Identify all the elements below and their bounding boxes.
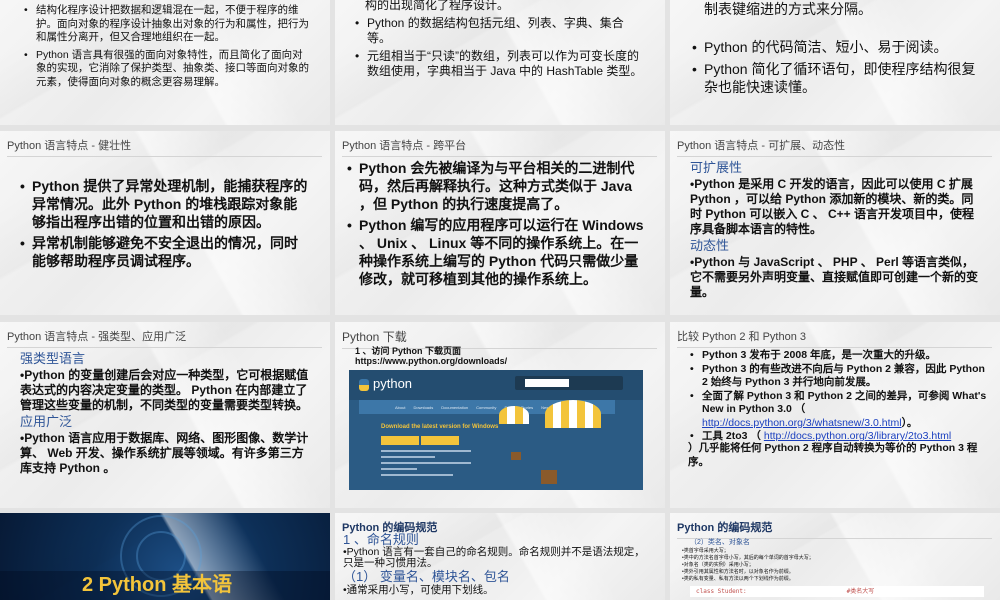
bullet: Python 语言具有很强的面向对象特性，而且简化了面向对象的实现，它消除了保护…	[22, 49, 312, 90]
section-heading: 可扩展性	[690, 160, 743, 175]
section-heading: （1） 变量名、模块名、包名	[343, 569, 510, 584]
slide-thumbnail-coding-style-2[interactable]: Python 的编码规范 （2）类名、对象名 •类首字母采用大写； •类中的方法…	[670, 513, 1000, 600]
paragraph: •通常采用小写，可使用下划线。	[343, 584, 494, 596]
slide-thumbnail-download[interactable]: Python 下载 1 、访问 Python 下载页面 https://www.…	[335, 322, 665, 508]
bullet: Python 3 的有些改进不向后与 Python 2 兼容，因此 Python…	[688, 363, 988, 390]
search-bar	[515, 376, 623, 390]
slide-title: Python 语言特点 - 强类型、应用广泛	[7, 328, 322, 348]
section-heading: 1 、命名规则	[343, 532, 419, 547]
text-lines	[381, 450, 471, 480]
bullet: Python 的代码简洁、短小、易于阅读。	[690, 38, 980, 56]
2to3-link[interactable]: http://docs.python.org/3/library/2to3.ht…	[764, 430, 951, 442]
paragraph: •Python 语言有一套自己的命名规则。命名规则并不是语法规定，只是一种习惯用…	[343, 546, 645, 569]
rule-line: •类中的方法名首字母小写，其后的每个单词的首字母大写；	[682, 555, 814, 561]
slide-title: Python 语言特点 - 跨平台	[342, 137, 657, 157]
slide-thumbnail-section-title[interactable]: 2 Python 基本语	[0, 513, 330, 600]
slide-title: Python 的编码规范	[677, 519, 992, 539]
python-site-screenshot: python About Downloads Documentation Com…	[349, 370, 643, 490]
download-url[interactable]: https://www.python.org/downloads/	[355, 356, 507, 366]
bullet: Python 的数据结构包括元组、列表、字典、集合等。	[353, 16, 643, 46]
code-snippet: class Student: #类名大写	[690, 586, 984, 597]
download-headline: Download the latest version for Windows	[381, 424, 499, 430]
bullet: 异常机制能够避免不安全退出的情况，同时能够帮助程序员调试程序。	[18, 234, 308, 270]
slide-thumbnail-py2-vs-py3[interactable]: 比较 Python 2 和 Python 3 Python 3 发布于 2008…	[670, 322, 1000, 508]
slide-thumbnail-robustness[interactable]: Python 语言特点 - 健壮性 Python 提供了异常处理机制，能捕获程序…	[0, 131, 330, 315]
parachute-icon	[499, 406, 529, 424]
slide-thumbnail-coding-style-1[interactable]: Python 的编码规范 1 、命名规则 •Python 语言有一套自己的命名规…	[335, 513, 665, 600]
rule-line: •类首字母采用大写；	[682, 548, 729, 554]
nav-item: About	[395, 404, 406, 410]
slide-thumbnail-readability[interactable]: 、 begin 、 end 等标记，代码块使用空格或制表键缩进的方式来分隔。 P…	[670, 0, 1000, 125]
partial-text: 构的出现简化了程序设计。	[365, 0, 510, 12]
nav-item: Documentation	[441, 404, 469, 410]
paragraph: •Python 的变量创建后会对应一种类型，它可根据赋值表达式的内容决定变量的类…	[20, 368, 309, 412]
partial-text: 、 begin 、 end 等标记，代码块使用空格或制表键缩进的方式来分隔。	[704, 1, 872, 17]
rule-line: •对象名（类的实例）采用小写；	[682, 562, 754, 568]
slide-title: Python 语言特点 - 健壮性	[7, 137, 322, 157]
bullet: Python 提供了异常处理机制，能捕获程序的异常情况。此外 Python 的堆…	[18, 177, 308, 231]
slide-thumbnail-extensibility[interactable]: Python 语言特点 - 可扩展、动态性 可扩展性 •Python 是采用 C…	[670, 131, 1000, 315]
box-icon	[541, 470, 557, 484]
section-heading: 强类型语言	[20, 351, 86, 366]
section-heading: （2）类名、对象名	[690, 539, 750, 546]
slide-title: 比较 Python 2 和 Python 3	[677, 328, 992, 348]
bullet-continuation: ）几乎能将任何 Python 2 程序自动转换为等价的 Python 3 程序。	[688, 442, 978, 468]
section-heading: 动态性	[690, 238, 730, 253]
parachute-icon	[545, 400, 601, 428]
slide-thumbnail-strong-typing[interactable]: Python 语言特点 - 强类型、应用广泛 强类型语言 •Python 的变量…	[0, 322, 330, 508]
whatsnew-link[interactable]: http://docs.python.org/3/whatsnew/3.0.ht…	[702, 417, 902, 429]
rule-line: •类的私有变量、私有方法以两个下划线作为前缀。	[682, 576, 794, 582]
paragraph: •Python 语言应用于数据库、网络、图形图像、数学计算、 Web 开发、操作…	[20, 431, 309, 475]
section-title: 2 Python 基本语	[82, 574, 233, 596]
box-icon	[511, 452, 521, 460]
bullet: Python 编写的应用程序可以运行在 Windows 、 Unix 、 Lin…	[345, 216, 645, 288]
python-logo: python	[359, 376, 412, 391]
nav-item: Downloads	[413, 404, 434, 410]
paragraph: •Python 是采用 C 开发的语言，因此可以使用 C 扩展 Python ，…	[690, 177, 975, 236]
bullet: Python 3 发布于 2008 年底，是一次重大的升级。	[688, 349, 988, 363]
rule-list: •类首字母采用大写； •类中的方法名首字母小写，其后的每个单词的首字母大写； •…	[682, 548, 814, 583]
bullet: Python 简化了循环语句，即使程序结构很复杂也能快速读懂。	[690, 60, 980, 96]
slide-thumbnail-data-structures[interactable]: 构的出现简化了程序设计。 Python 的数据结构包括元组、列表、字典、集合等。…	[335, 0, 665, 125]
slide-thumbnail-oop[interactable]: 结构化程序设计把数据和逻辑混在一起，不便于程序的维护。面向对象的程序设计抽象出对…	[0, 0, 330, 125]
slide-title: Python 语言特点 - 可扩展、动态性	[677, 137, 992, 157]
bullet: 元组相当于“只读”的数组，列表可以作为可变长度的数组使用，字典相当于 Java …	[353, 49, 643, 79]
nav-item: Community	[476, 404, 497, 410]
rule-line: •类外引用其属性和方法名时，以对象名作为前缀。	[682, 569, 794, 575]
bullet: Python 会先被编译为与平台相关的二进制代码，然后再解释执行。这种方式类似于…	[345, 159, 645, 213]
download-buttons	[381, 436, 459, 445]
section-heading: 应用广泛	[20, 414, 73, 429]
paragraph: •Python 与 JavaScript 、 PHP 、 Perl 等语言类似，…	[690, 255, 979, 299]
bullet: 全面了解 Python 3 和 Python 2 之间的差异，可参阅 What'…	[688, 390, 988, 431]
bullet: 结构化程序设计把数据和逻辑混在一起，不便于程序的维护。面向对象的程序设计抽象出对…	[22, 4, 312, 45]
slide-thumbnail-cross-platform[interactable]: Python 语言特点 - 跨平台 Python 会先被编译为与平台相关的二进制…	[335, 131, 665, 315]
